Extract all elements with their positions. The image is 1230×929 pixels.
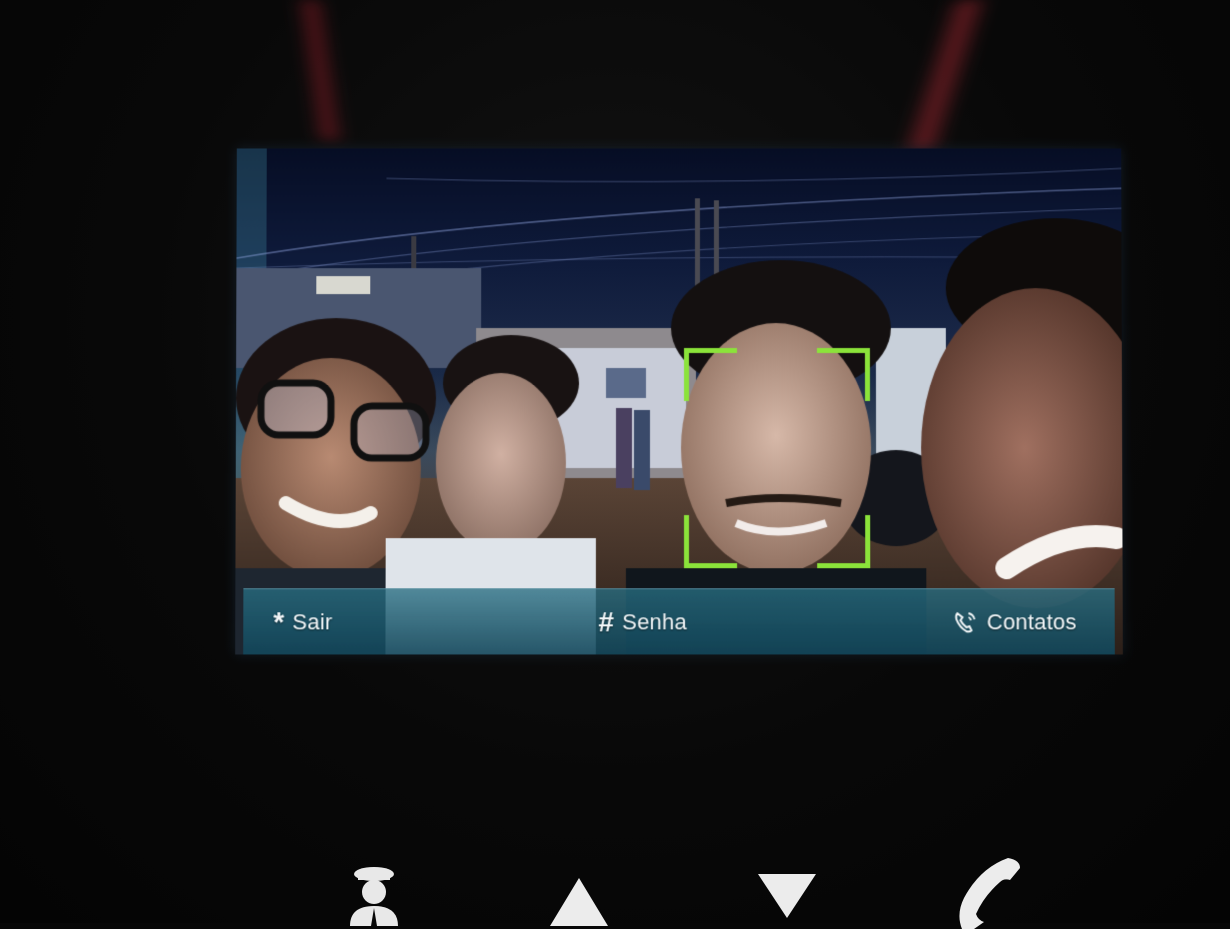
frame-corner-bottom-left (684, 515, 738, 569)
frame-corner-top-left (683, 348, 737, 401)
intercom-device: * Sair # Senha Contatos (0, 0, 1230, 929)
reflection-glow-left (290, 0, 350, 140)
screen-action-bar: * Sair # Senha Contatos (243, 588, 1115, 655)
face-detection-frame (683, 348, 871, 569)
hardware-button-row (0, 850, 1230, 929)
exit-label: Sair (292, 608, 333, 634)
reflection-glow-right (895, 0, 995, 150)
camera-feed (235, 148, 1123, 655)
frame-corner-bottom-right (817, 515, 871, 569)
phone-contacts-icon (953, 609, 979, 635)
arrow-up-icon[interactable] (548, 876, 610, 926)
exit-button[interactable]: * Sair (273, 605, 333, 637)
contacts-button[interactable]: Contatos (953, 609, 1077, 635)
password-label: Senha (622, 608, 687, 634)
phone-handset-icon[interactable] (950, 854, 1030, 929)
doorman-icon[interactable] (344, 862, 404, 926)
password-button[interactable]: # Senha (598, 605, 687, 637)
arrow-down-icon[interactable] (756, 872, 818, 920)
frame-corner-top-right (816, 348, 870, 401)
hash-icon: # (598, 605, 615, 637)
contacts-label: Contatos (986, 608, 1077, 634)
camera-scene (235, 148, 1123, 655)
intercom-screen: * Sair # Senha Contatos (235, 148, 1123, 655)
asterisk-icon: * (273, 605, 285, 637)
